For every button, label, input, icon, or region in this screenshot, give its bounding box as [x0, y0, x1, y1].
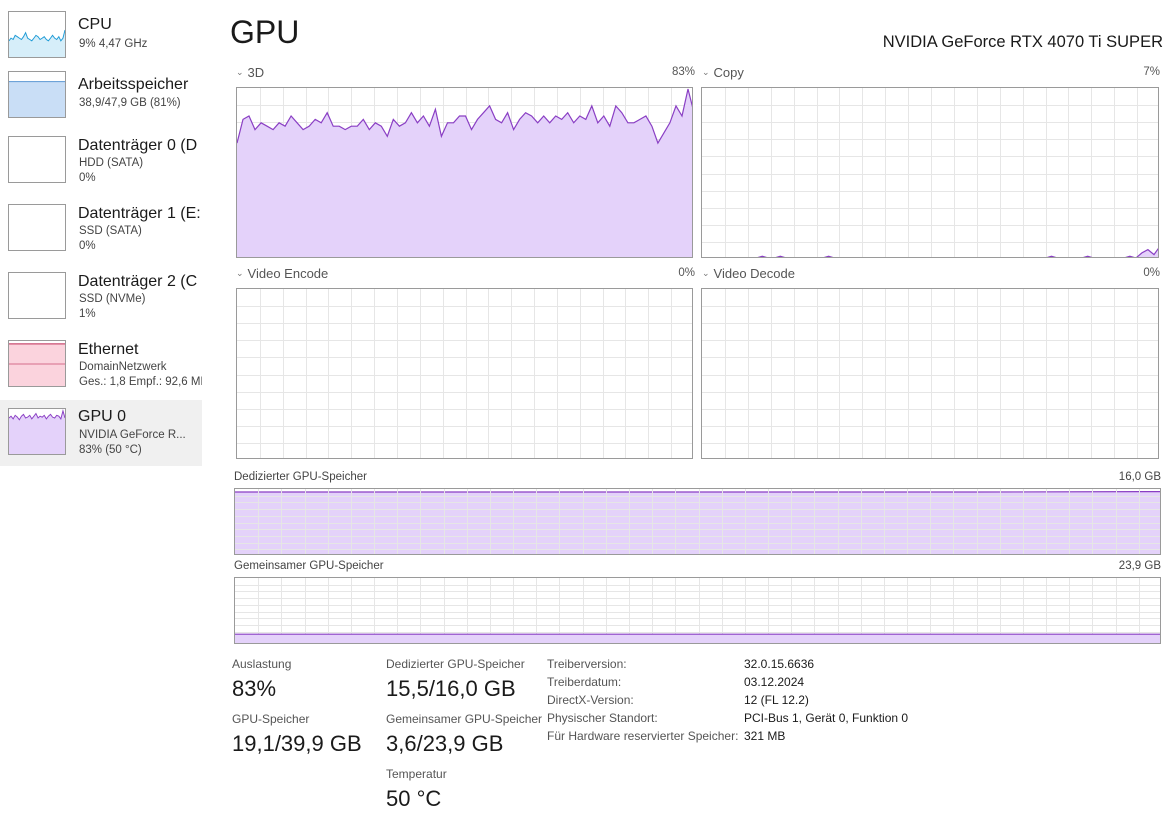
ethernet-thumbnail	[8, 340, 66, 387]
sidebar-item-subtitle: SSD (NVMe)	[79, 293, 146, 305]
sidebar-item-ethernet[interactable]: Ethernet DomainNetzwerk Ges.: 1,8 Empf.:…	[0, 326, 202, 392]
graph-percentage: 0%	[1143, 267, 1160, 279]
sidebar-item-title: Datenträger 1 (E:	[78, 205, 201, 222]
graph-copy	[701, 87, 1159, 258]
sidebar-item-title: GPU 0	[78, 408, 127, 425]
sidebar-item-title: Ethernet	[78, 341, 139, 358]
graph-video-encode-svg	[237, 289, 692, 458]
memory-thumbnail	[8, 71, 66, 118]
graph-video-encode	[236, 288, 693, 459]
shared-memory-label: Gemeinsamer GPU-Speicher	[234, 560, 384, 572]
graph-label: Copy	[713, 65, 744, 80]
chevron-down-icon: ⌄	[702, 268, 710, 278]
driver-date-value: 03.12.2024	[744, 675, 805, 689]
sidebar-item-usage: 83% (50 °C)	[79, 444, 142, 456]
sidebar-item-usage: 0%	[79, 240, 96, 252]
disk-0-thumbnail	[8, 136, 66, 183]
graph-dedicated-memory-svg	[235, 489, 1160, 554]
series-3d-area	[237, 89, 692, 257]
series-copy-line	[757, 247, 1158, 257]
sidebar-item-cpu[interactable]: CPU 9% 4,47 GHz	[0, 2, 202, 68]
gpu-memory-label: GPU-Speicher	[232, 712, 310, 726]
sidebar-item-disk-0[interactable]: Datenträger 0 (D HDD (SATA) 0%	[0, 122, 202, 188]
sidebar-item-gpu-0[interactable]: GPU 0 NVIDIA GeForce R... 83% (50 °C)	[0, 400, 202, 466]
cpu-thumbnail	[8, 11, 66, 58]
sidebar: CPU 9% 4,47 GHz Arbeitsspeicher 38,9/47,…	[0, 0, 210, 820]
driver-version-value: 32.0.15.6636	[744, 657, 815, 671]
utilization-label: Auslastung	[232, 657, 292, 671]
driver-version-key: Treiberversion:	[547, 657, 627, 671]
graph-video-decode	[701, 288, 1159, 459]
directx-version-value: 12 (FL 12.2)	[744, 693, 809, 707]
graph-copy-svg	[702, 88, 1158, 257]
sidebar-item-subtitle: DomainNetzwerk	[79, 361, 167, 373]
graph-3d	[236, 87, 693, 258]
dedicated-memory-label: Dedizierter GPU-Speicher	[234, 471, 367, 483]
reserved-memory-key: Für Hardware reservierter Speicher:	[547, 729, 739, 743]
reserved-memory-value: 321 MB	[744, 729, 786, 743]
chevron-down-icon: ⌄	[236, 268, 244, 278]
shared-memory-max: 23,9 GB	[1118, 560, 1161, 572]
disk-2-thumbnail	[8, 272, 66, 319]
sidebar-item-subtitle: 9% 4,47 GHz	[79, 38, 148, 50]
shared-memory-stat-value: 3,6/23,9 GB	[386, 731, 504, 756]
driver-date-key: Treiberdatum:	[547, 675, 622, 689]
page-title: GPU	[230, 14, 300, 50]
graph-percentage: 0%	[678, 267, 695, 279]
sidebar-item-title: Datenträger 0 (D	[78, 137, 198, 154]
graph-shared-memory-svg	[235, 578, 1160, 643]
disk-1-thumbnail	[8, 204, 66, 251]
sidebar-item-subtitle: NVIDIA GeForce R...	[79, 429, 186, 441]
sidebar-item-usage: 1%	[79, 308, 96, 320]
device-name: NVIDIA GeForce RTX 4070 Ti SUPER	[882, 33, 1163, 51]
chevron-down-icon: ⌄	[702, 67, 710, 77]
gpu-thumbnail	[8, 408, 66, 455]
sidebar-item-usage: Ges.: 1,8 Empf.: 92,6 MB	[79, 376, 202, 388]
shared-memory-stat-label: Gemeinsamer GPU-Speicher	[386, 712, 543, 726]
dedicated-memory-stat-label: Dedizierter GPU-Speicher	[386, 657, 525, 671]
graph-shared-memory	[234, 577, 1161, 644]
sidebar-item-title: Arbeitsspeicher	[78, 76, 189, 93]
task-manager-performance: CPU 9% 4,47 GHz Arbeitsspeicher 38,9/47,…	[0, 0, 1176, 820]
utilization-value: 83%	[232, 676, 277, 701]
graph-video-decode-svg	[702, 289, 1158, 458]
dedicated-memory-stat-value: 15,5/16,0 GB	[386, 676, 516, 701]
series-shared-memory-area	[235, 634, 1160, 643]
graph-percentage: 7%	[1143, 66, 1160, 78]
directx-version-key: DirectX-Version:	[547, 693, 634, 707]
sidebar-item-disk-2[interactable]: Datenträger 2 (C SSD (NVMe) 1%	[0, 258, 202, 324]
physical-location-value: PCI-Bus 1, Gerät 0, Funktion 0	[744, 711, 909, 725]
sidebar-item-subtitle: 38,9/47,9 GB (81%)	[79, 97, 181, 109]
chevron-down-icon: ⌄	[236, 67, 244, 77]
graph-selector-video-encode[interactable]: ⌄ Video Encode	[236, 266, 328, 281]
sidebar-item-memory[interactable]: Arbeitsspeicher 38,9/47,9 GB (81%)	[0, 62, 202, 128]
graph-label: Video Encode	[247, 266, 329, 281]
graph-label: Video Decode	[713, 266, 795, 281]
series-copy-area	[759, 249, 1158, 257]
graph-dedicated-memory	[234, 488, 1161, 555]
temperature-value: 50 °C	[386, 786, 442, 811]
physical-location-key: Physischer Standort:	[547, 711, 658, 725]
sidebar-item-title: Datenträger 2 (C	[78, 273, 198, 290]
graph-selector-3d[interactable]: ⌄ 3D	[236, 65, 264, 80]
sidebar-item-subtitle: SSD (SATA)	[79, 225, 142, 237]
graph-percentage: 83%	[671, 66, 695, 78]
dedicated-memory-max: 16,0 GB	[1118, 471, 1161, 483]
graph-selector-video-decode[interactable]: ⌄ Video Decode	[702, 266, 795, 281]
graph-label: 3D	[247, 65, 265, 80]
cpu-sparkline-area	[9, 30, 65, 57]
sidebar-item-disk-1[interactable]: Datenträger 1 (E: SSD (SATA) 0%	[0, 190, 202, 256]
temperature-label: Temperatur	[386, 767, 447, 781]
graph-3d-svg	[237, 88, 692, 257]
graph-selector-copy[interactable]: ⌄ Copy	[702, 65, 744, 80]
sidebar-item-title: CPU	[78, 16, 112, 33]
gpu-memory-value: 19,1/39,9 GB	[232, 731, 362, 756]
sidebar-item-subtitle: HDD (SATA)	[79, 157, 144, 169]
sidebar-item-usage: 0%	[79, 172, 96, 184]
